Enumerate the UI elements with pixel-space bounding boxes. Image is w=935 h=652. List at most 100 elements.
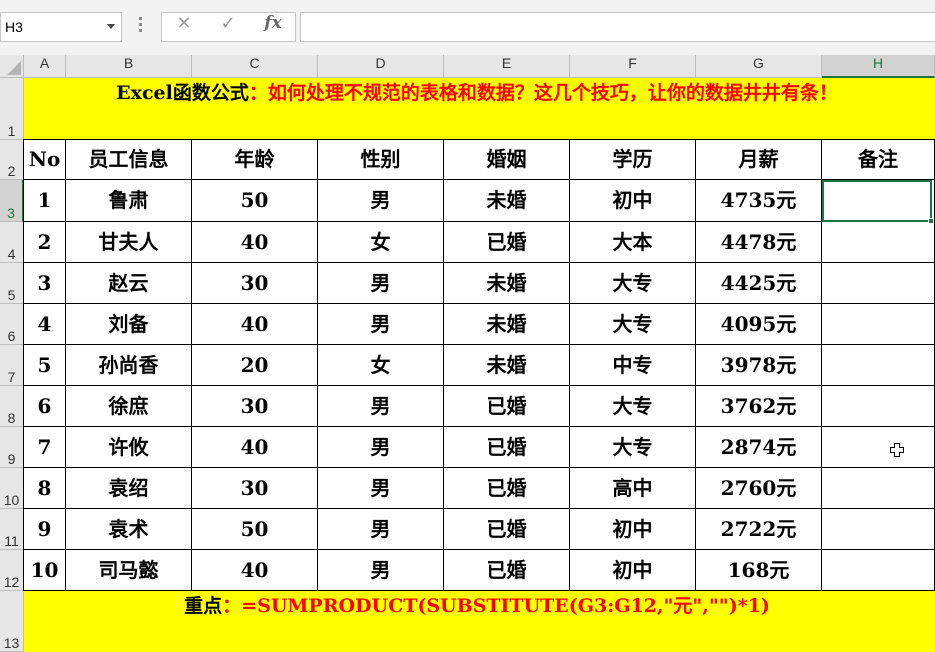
table-cell[interactable] (822, 263, 935, 304)
table-cell[interactable]: 2 (23, 222, 66, 263)
table-cell[interactable]: 甘夫人 (66, 222, 192, 263)
row-header-3[interactable]: 3 (0, 180, 24, 222)
row-header-2[interactable]: 2 (0, 140, 24, 180)
table-header-cell[interactable]: No (23, 139, 66, 180)
table-cell[interactable]: 男 (318, 550, 444, 591)
row-header-10[interactable]: 10 (0, 468, 24, 509)
name-box[interactable]: H3 (0, 12, 122, 42)
table-cell[interactable]: 鲁肃 (66, 180, 192, 222)
table-cell[interactable]: 未婚 (444, 180, 570, 222)
sheet-title[interactable]: Excel函数公式：如何处理不规范的表格和数据？这几个技巧，让你的数据井井有条！ (24, 78, 930, 140)
select-all-button[interactable] (0, 55, 24, 78)
table-cell[interactable]: 168元 (696, 550, 822, 591)
table-cell[interactable]: 高中 (570, 468, 696, 509)
table-cell[interactable]: 40 (192, 222, 318, 263)
table-cell[interactable]: 2722元 (696, 509, 822, 550)
table-cell[interactable] (822, 304, 935, 345)
table-cell[interactable]: 9 (23, 509, 66, 550)
table-cell[interactable]: 司马懿 (66, 550, 192, 591)
table-cell[interactable]: 4735元 (696, 180, 822, 222)
table-cell[interactable] (822, 427, 935, 468)
table-cell[interactable]: 3 (23, 263, 66, 304)
table-cell[interactable] (822, 468, 935, 509)
table-cell[interactable]: 4095元 (696, 304, 822, 345)
table-cell[interactable]: 男 (318, 180, 444, 222)
formula-input[interactable] (300, 12, 935, 42)
table-cell[interactable]: 已婚 (444, 550, 570, 591)
table-cell[interactable]: 已婚 (444, 427, 570, 468)
table-cell[interactable]: 刘备 (66, 304, 192, 345)
table-cell[interactable]: 许攸 (66, 427, 192, 468)
table-cell[interactable]: 大专 (570, 304, 696, 345)
table-cell[interactable]: 已婚 (444, 386, 570, 427)
column-header-a[interactable]: A (24, 55, 66, 78)
table-cell[interactable]: 男 (318, 304, 444, 345)
table-cell[interactable]: 中专 (570, 345, 696, 386)
table-cell[interactable] (822, 345, 935, 386)
column-header-b[interactable]: B (66, 55, 192, 78)
table-cell[interactable]: 男 (318, 386, 444, 427)
table-header-cell[interactable]: 备注 (822, 139, 935, 180)
table-cell[interactable]: 袁绍 (66, 468, 192, 509)
table-cell[interactable]: 男 (318, 509, 444, 550)
table-cell[interactable]: 未婚 (444, 263, 570, 304)
table-cell[interactable]: 6 (23, 386, 66, 427)
table-cell[interactable] (822, 222, 935, 263)
table-cell[interactable]: 孙尚香 (66, 345, 192, 386)
row-header-7[interactable]: 7 (0, 345, 24, 386)
table-cell[interactable]: 3762元 (696, 386, 822, 427)
table-cell[interactable]: 已婚 (444, 222, 570, 263)
row-header-9[interactable]: 9 (0, 427, 24, 468)
table-cell[interactable]: 未婚 (444, 304, 570, 345)
table-cell[interactable]: 30 (192, 386, 318, 427)
table-cell[interactable]: 初中 (570, 550, 696, 591)
table-header-cell[interactable]: 性别 (318, 139, 444, 180)
table-cell[interactable]: 已婚 (444, 468, 570, 509)
table-cell[interactable]: 未婚 (444, 345, 570, 386)
row-header-8[interactable]: 8 (0, 386, 24, 427)
row-header-4[interactable]: 4 (0, 222, 24, 263)
table-cell[interactable]: 男 (318, 468, 444, 509)
table-cell[interactable]: 4478元 (696, 222, 822, 263)
table-cell[interactable]: 大专 (570, 263, 696, 304)
table-cell[interactable]: 徐庶 (66, 386, 192, 427)
table-cell[interactable]: 3978元 (696, 345, 822, 386)
chevron-down-icon[interactable] (107, 24, 115, 29)
table-cell[interactable]: 5 (23, 345, 66, 386)
table-cell[interactable]: 4 (23, 304, 66, 345)
active-cell-border[interactable] (822, 180, 932, 222)
table-cell[interactable]: 1 (23, 180, 66, 222)
table-cell[interactable]: 大本 (570, 222, 696, 263)
table-cell[interactable]: 50 (192, 180, 318, 222)
column-header-c[interactable]: C (192, 55, 318, 78)
table-cell[interactable]: 40 (192, 550, 318, 591)
table-cell[interactable]: 男 (318, 427, 444, 468)
table-cell[interactable]: 袁术 (66, 509, 192, 550)
table-cell[interactable]: 40 (192, 427, 318, 468)
table-cell[interactable]: 2760元 (696, 468, 822, 509)
row-header-5[interactable]: 5 (0, 263, 24, 304)
column-header-f[interactable]: F (570, 55, 696, 78)
column-header-h[interactable]: H (822, 55, 935, 78)
table-cell[interactable]: 初中 (570, 180, 696, 222)
table-cell[interactable]: 赵云 (66, 263, 192, 304)
row-header-1[interactable]: 1 (0, 78, 24, 140)
table-cell[interactable]: 50 (192, 509, 318, 550)
table-cell[interactable]: 大专 (570, 386, 696, 427)
column-header-e[interactable]: E (444, 55, 570, 78)
table-cell[interactable] (822, 509, 935, 550)
fx-icon[interactable]: fx (253, 13, 293, 41)
column-header-g[interactable]: G (696, 55, 822, 78)
check-icon[interactable]: ✓ (208, 13, 248, 41)
table-header-cell[interactable]: 婚姻 (444, 139, 570, 180)
row-header-13[interactable]: 13 (0, 591, 24, 652)
table-cell[interactable]: 30 (192, 263, 318, 304)
table-cell[interactable]: 4425元 (696, 263, 822, 304)
table-header-cell[interactable]: 月薪 (696, 139, 822, 180)
table-header-cell[interactable]: 学历 (570, 139, 696, 180)
table-header-cell[interactable]: 员工信息 (66, 139, 192, 180)
formula-note[interactable]: 重点：=SUMPRODUCT(SUBSTITUTE(G3:G12,"元","")… (24, 591, 930, 652)
table-cell[interactable]: 40 (192, 304, 318, 345)
column-header-d[interactable]: D (318, 55, 444, 78)
table-cell[interactable]: 已婚 (444, 509, 570, 550)
